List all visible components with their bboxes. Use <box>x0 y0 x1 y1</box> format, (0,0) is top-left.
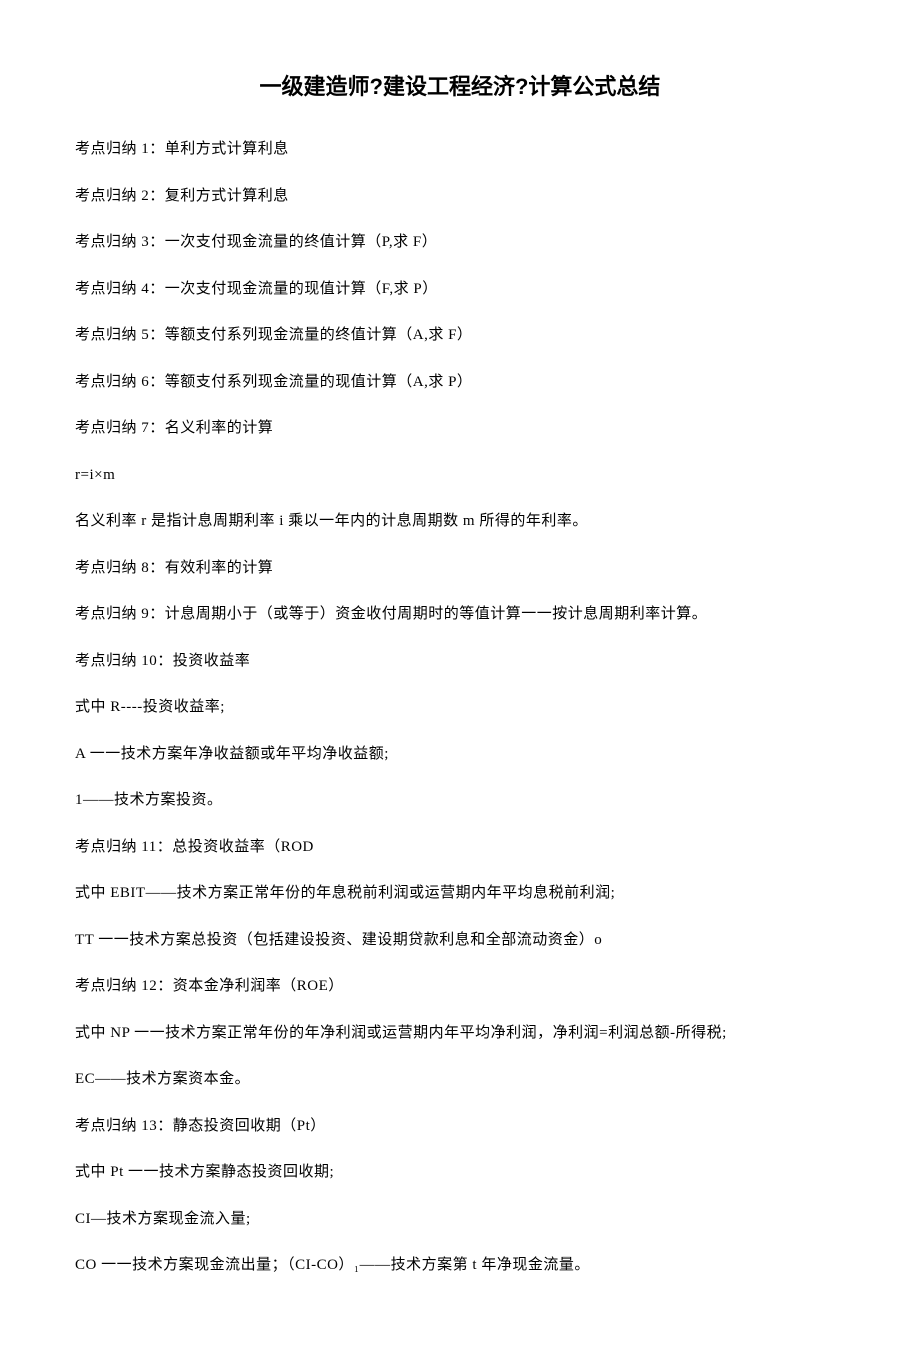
content-line: 考点归纳 5：等额支付系列现金流量的终值计算（A,求 F） <box>75 324 845 347</box>
document-title: 一级建造师?建设工程经济?计算公式总结 <box>75 70 845 103</box>
content-line: CI—技术方案现金流入量; <box>75 1208 845 1231</box>
content-line: TT 一一技术方案总投资（包括建设投资、建设期贷款利息和全部流动资金）o <box>75 929 845 952</box>
content-line: 考点归纳 7：名义利率的计算 <box>75 417 845 440</box>
content-line: 考点归纳 10：投资收益率 <box>75 650 845 673</box>
content-line: EC——技术方案资本金。 <box>75 1068 845 1091</box>
content-line: 考点归纳 13：静态投资回收期（Pt） <box>75 1115 845 1138</box>
content-line: CO 一一技术方案现金流出量；（CI-CO）₁——技术方案第 t 年净现金流量。 <box>75 1254 845 1277</box>
content-line: 考点归纳 9：计息周期小于（或等于）资金收付周期时的等值计算一一按计息周期利率计… <box>75 603 845 626</box>
content-line: 考点归纳 2：复利方式计算利息 <box>75 185 845 208</box>
content-line: 考点归纳 11：总投资收益率（ROD <box>75 836 845 859</box>
content-line: 考点归纳 4：一次支付现金流量的现值计算（F,求 P） <box>75 278 845 301</box>
content-line: 式中 EBIT——技术方案正常年份的年息税前利润或运营期内年平均息税前利润; <box>75 882 845 905</box>
content-line: 式中 NP 一一技术方案正常年份的年净利润或运营期内年平均净利润，净利润=利润总… <box>75 1022 845 1045</box>
content-line: 考点归纳 8：有效利率的计算 <box>75 557 845 580</box>
content-line: 考点归纳 3：一次支付现金流量的终值计算（P,求 F） <box>75 231 845 254</box>
content-line: 考点归纳 12：资本金净利润率（ROE） <box>75 975 845 998</box>
content-line: 考点归纳 6：等额支付系列现金流量的现值计算（A,求 P） <box>75 371 845 394</box>
content-line: A 一一技术方案年净收益额或年平均净收益额; <box>75 743 845 766</box>
content-line: r=i×m <box>75 464 845 487</box>
content-line: 名义利率 r 是指计息周期利率 i 乘以一年内的计息周期数 m 所得的年利率。 <box>75 510 845 533</box>
content-line: 式中 R----投资收益率; <box>75 696 845 719</box>
content-line: 考点归纳 1：单利方式计算利息 <box>75 138 845 161</box>
content-line: 式中 Pt 一一技术方案静态投资回收期; <box>75 1161 845 1184</box>
content-line: 1——技术方案投资。 <box>75 789 845 812</box>
